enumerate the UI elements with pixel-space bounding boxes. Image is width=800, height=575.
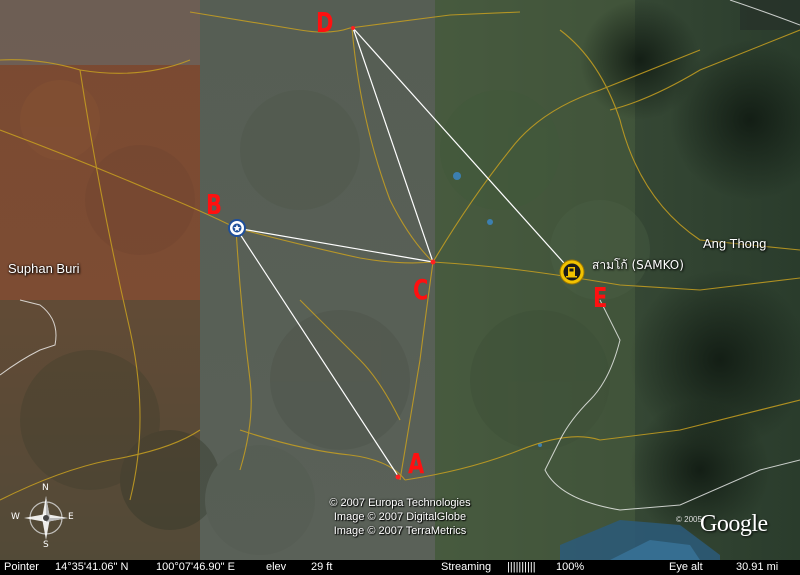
eye-altitude-value: 30.91 mi bbox=[736, 561, 779, 573]
imagery-credits: © 2007 Europa Technologies Image © 2007 … bbox=[300, 496, 500, 538]
pointer-label: Pointer bbox=[4, 561, 39, 573]
compass-south-label: S bbox=[43, 540, 49, 550]
streaming-label: Streaming bbox=[441, 561, 492, 573]
annotation-letter-e: E bbox=[593, 281, 608, 314]
compass-north-label: N bbox=[42, 483, 49, 493]
annotation-letter-d: D bbox=[316, 6, 334, 39]
compass-west-label: W bbox=[11, 512, 20, 522]
elevation-label: elev bbox=[266, 561, 287, 573]
place-label-suphan-buri[interactable]: Suphan Buri bbox=[8, 261, 80, 276]
poi-label-samko[interactable]: สามโก้ (SAMKO) bbox=[592, 256, 684, 275]
map-viewport[interactable]: Suphan Buri Ang Thong สามโก้ (SAMKO) A B… bbox=[0, 0, 800, 575]
streaming-progress-bars: |||||||||| bbox=[507, 561, 536, 573]
logo-copyright: © 2005 bbox=[676, 515, 702, 524]
compass-rose[interactable]: N S E W bbox=[8, 483, 84, 552]
credit-line: Image © 2007 TerraMetrics bbox=[333, 525, 467, 537]
credit-line: Image © 2007 DigitalGlobe bbox=[333, 511, 467, 523]
place-label-ang-thong[interactable]: Ang Thong bbox=[703, 236, 766, 251]
google-logo: Google bbox=[700, 511, 768, 537]
eye-altitude-label: Eye alt bbox=[669, 561, 703, 573]
pointer-longitude: 100°07'46.90" E bbox=[156, 561, 235, 573]
compass-east-label: E bbox=[68, 512, 74, 522]
streaming-percent: 100% bbox=[556, 561, 585, 573]
elevation-value: 29 ft bbox=[311, 561, 333, 573]
star-target-icon[interactable] bbox=[228, 219, 246, 237]
pointer-latitude: 14°35'41.06" N bbox=[55, 561, 129, 573]
gas-station-placemark-icon[interactable] bbox=[559, 259, 585, 285]
annotation-letter-c: C bbox=[413, 273, 429, 306]
annotation-letter-a: A bbox=[408, 447, 425, 480]
status-bar: Pointer 14°35'41.06" N 100°07'46.90" E e… bbox=[0, 560, 800, 575]
annotation-letter-b: B bbox=[206, 188, 223, 221]
satellite-imagery[interactable] bbox=[0, 0, 800, 560]
credit-line: © 2007 Europa Technologies bbox=[329, 497, 471, 509]
